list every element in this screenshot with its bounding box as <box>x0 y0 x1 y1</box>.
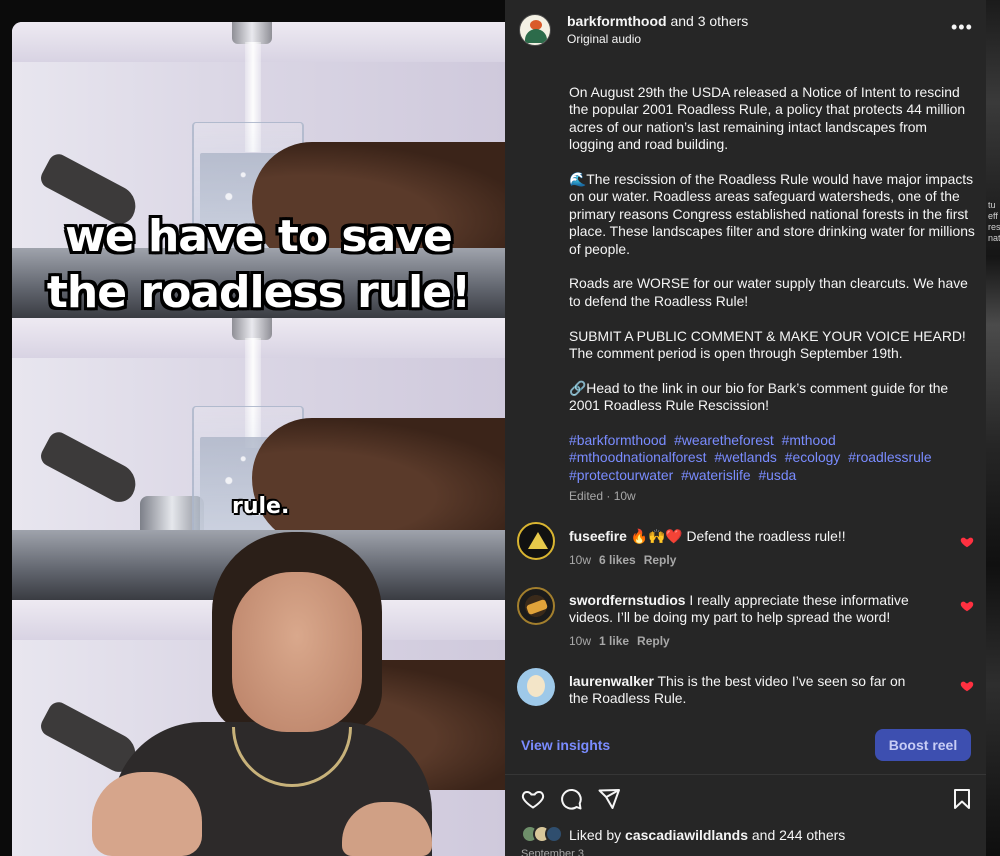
likes-prefix: Liked by <box>569 827 626 843</box>
divider <box>505 774 986 775</box>
hashtag-link[interactable]: #waterislife <box>681 467 750 483</box>
hashtag-link[interactable]: #roadlessrule <box>848 449 931 465</box>
video-caption-small: rule. <box>232 494 290 519</box>
hashtag-link[interactable]: #ecology <box>785 449 841 465</box>
hashtag-link[interactable]: #mthoodnationalforest <box>569 449 706 465</box>
heart-outline-icon <box>521 790 545 809</box>
more-icon[interactable]: ••• <box>951 17 973 38</box>
comment-text: laurenwalker This is the best video I’ve… <box>569 673 919 708</box>
hashtag-link[interactable]: #mthood <box>782 432 836 448</box>
post-header: barkformthood and 3 others Original audi… <box>505 0 986 60</box>
reel-video[interactable]: rule. we have to save the roadless rule! <box>12 22 505 856</box>
hashtag-link[interactable]: #usda <box>758 467 796 483</box>
save-button[interactable] <box>950 787 974 811</box>
edited-timestamp: Edited · 10w <box>569 489 636 503</box>
hashtag-link[interactable]: #wetlands <box>714 449 777 465</box>
likes-summary[interactable]: Liked by cascadiawildlands and 244 other… <box>569 827 845 843</box>
save-icon <box>954 789 970 809</box>
video-caption-line2: the roadless rule! <box>46 267 471 318</box>
author-name[interactable]: barkformthood <box>567 13 667 29</box>
comment-likes[interactable]: 1 like <box>599 634 629 648</box>
liker-name[interactable]: cascadiawildlands <box>625 827 748 843</box>
heart-icon[interactable] <box>960 599 974 613</box>
post-caption: On August 29th the USDA released a Notic… <box>569 84 975 484</box>
likes-suffix[interactable]: and 244 others <box>748 827 845 843</box>
commenter-name[interactable]: laurenwalker <box>569 673 654 689</box>
author-avatar[interactable] <box>519 14 551 46</box>
comment-meta: 10w 6 likes Reply <box>569 553 676 567</box>
comment-likes[interactable]: 6 likes <box>599 553 636 567</box>
comment-text: swordfernstudios I really appreciate the… <box>569 592 919 627</box>
comment-age: 10w <box>569 634 592 648</box>
post-side-panel: barkformthood and 3 others Original audi… <box>505 0 986 856</box>
comment-icon <box>561 789 582 810</box>
background-feed-sliver: tu eff res nat <box>986 0 1000 856</box>
liker-avatar <box>545 825 563 843</box>
liker-avatars <box>521 825 569 845</box>
caption-paragraph: On August 29th the USDA released a Notic… <box>569 84 966 153</box>
comment-body: 🔥🙌❤️ Defend the roadless rule!! <box>626 528 846 544</box>
comment-meta: 10w 1 like Reply <box>569 634 670 648</box>
author-line[interactable]: barkformthood and 3 others <box>567 13 748 29</box>
share-button[interactable] <box>597 787 621 811</box>
speaker <box>92 532 452 856</box>
boost-reel-button[interactable]: Boost reel <box>875 729 971 761</box>
caption-paragraph: SUBMIT A PUBLIC COMMENT & MAKE YOUR VOIC… <box>569 327 966 362</box>
hashtag-link[interactable]: #barkformthood <box>569 432 666 448</box>
hashtags: #barkformthood #wearetheforest #mthood #… <box>569 432 975 484</box>
collab-suffix[interactable]: and 3 others <box>667 13 748 29</box>
post-date: September 3 <box>521 848 584 856</box>
reply-button[interactable]: Reply <box>637 634 670 648</box>
audio-label[interactable]: Original audio <box>567 32 641 46</box>
commenter-avatar[interactable] <box>517 587 555 625</box>
heart-icon[interactable] <box>960 679 974 693</box>
comment-age: 10w <box>569 553 592 567</box>
view-insights-link[interactable]: View insights <box>521 737 610 753</box>
comment-text: fuseefire 🔥🙌❤️ Defend the roadless rule!… <box>569 528 919 545</box>
commenter-name[interactable]: swordfernstudios <box>569 592 686 608</box>
share-icon <box>598 789 620 809</box>
commenter-name[interactable]: fuseefire <box>569 528 627 544</box>
reply-button[interactable]: Reply <box>644 553 677 567</box>
commenter-avatar[interactable] <box>517 522 555 560</box>
heart-icon[interactable] <box>960 535 974 549</box>
caption-paragraph: 🌊The rescission of the Roadless Rule wou… <box>569 171 975 257</box>
comment-button[interactable] <box>559 787 583 811</box>
caption-paragraph: Roads are WORSE for our water supply tha… <box>569 275 968 309</box>
like-button[interactable] <box>521 787 545 811</box>
caption-paragraph: 🔗Head to the link in our bio for Bark’s … <box>569 379 949 414</box>
hashtag-link[interactable]: #protectourwater <box>569 467 673 483</box>
video-caption-line1: we have to save <box>65 211 453 262</box>
commenter-avatar[interactable] <box>517 668 555 706</box>
hashtag-link[interactable]: #wearetheforest <box>674 432 774 448</box>
